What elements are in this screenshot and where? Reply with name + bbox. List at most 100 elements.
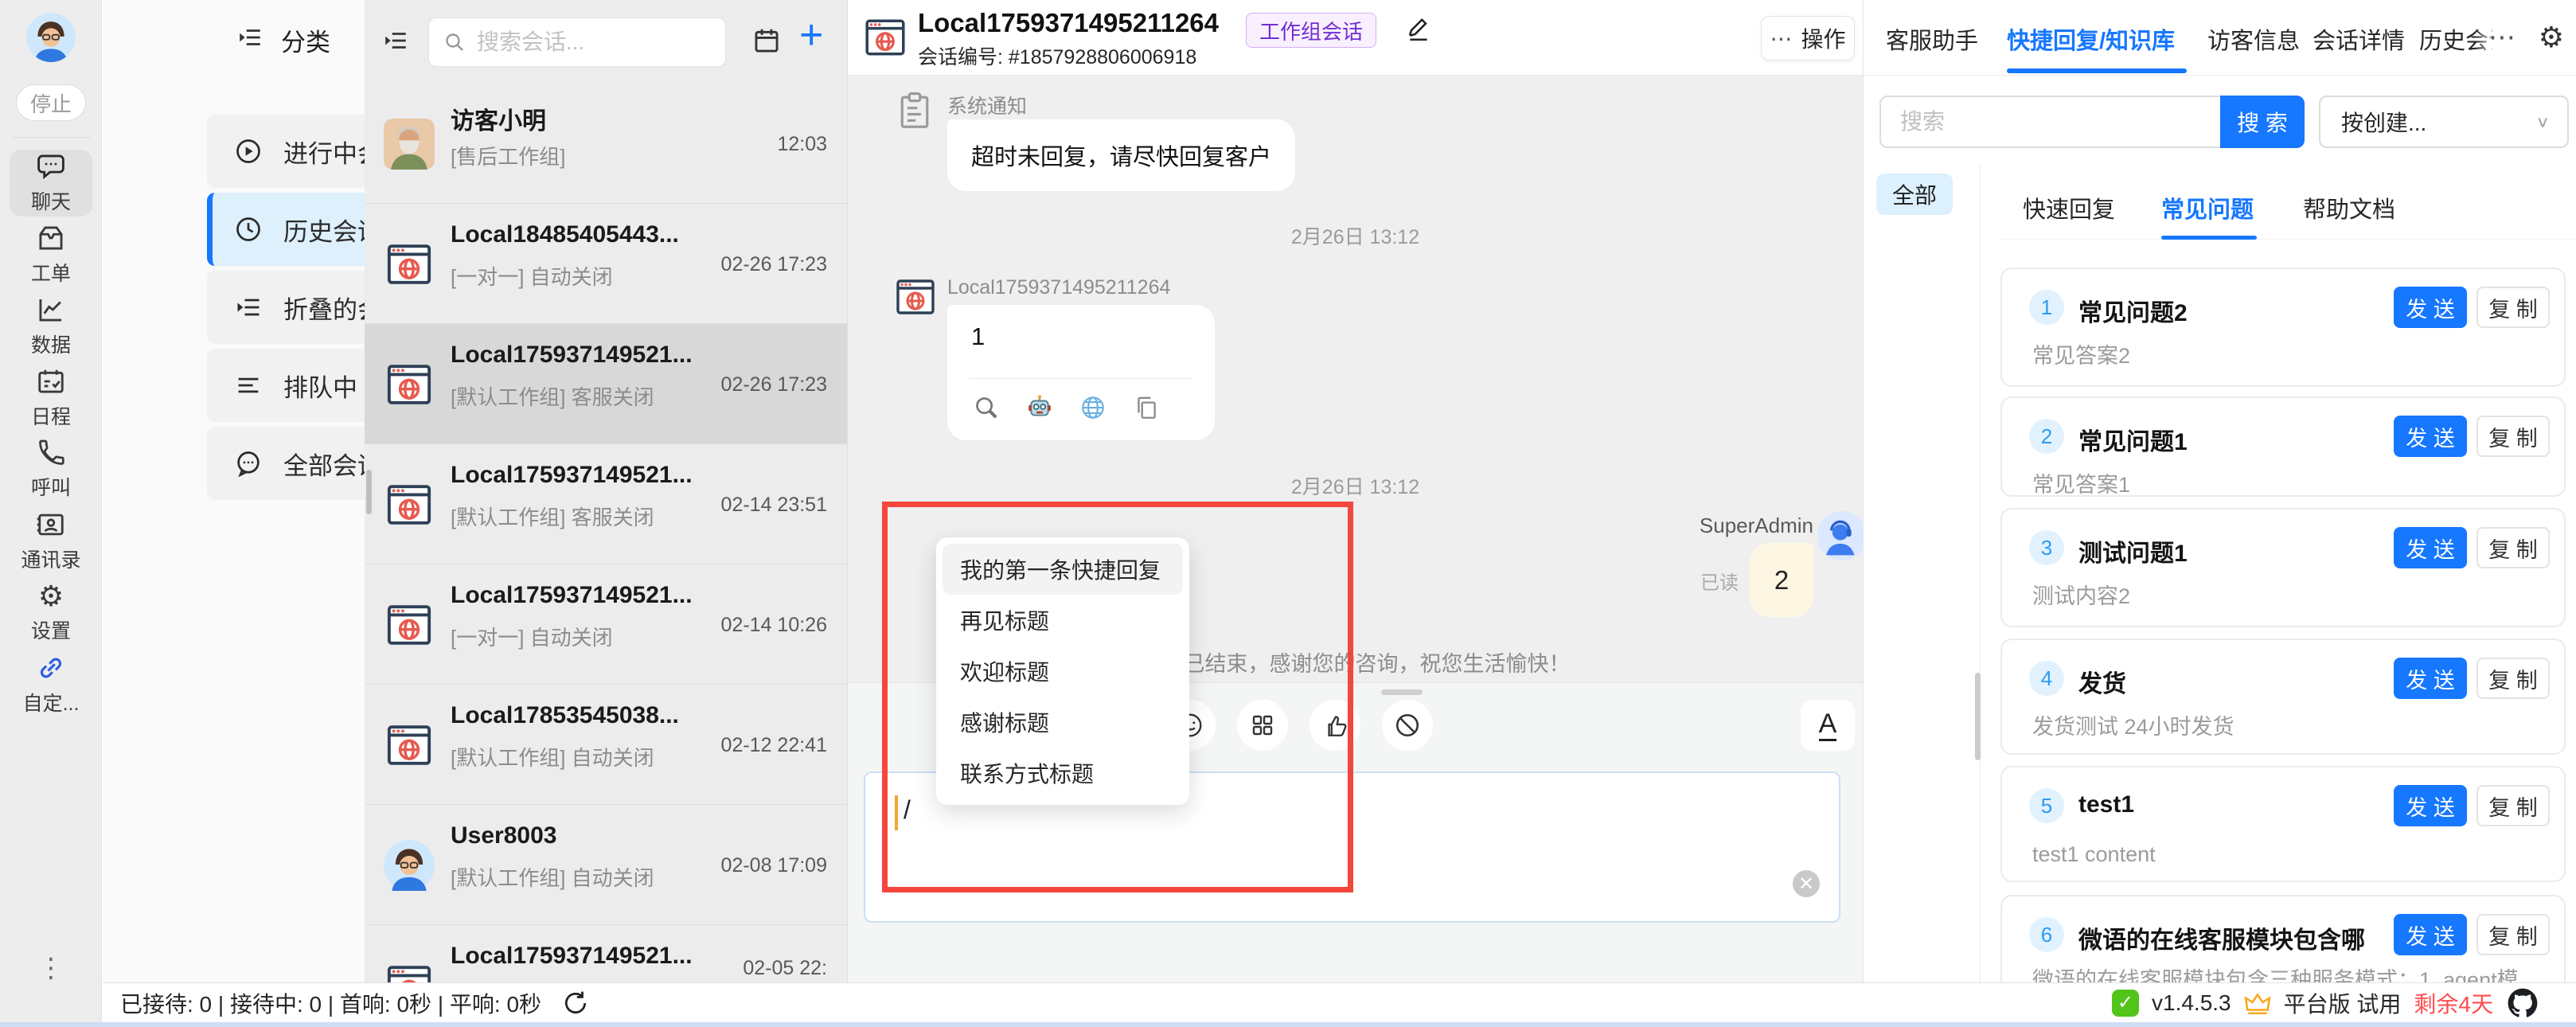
panel-gear-icon[interactable]: ⚙ xyxy=(2539,21,2564,54)
letter-a-icon: A xyxy=(1819,709,1837,741)
conversation-item[interactable]: Local175937149521... [默认工作组] 客服关闭 02-14 … xyxy=(365,444,848,564)
conversation-search[interactable] xyxy=(428,18,726,67)
send-button[interactable]: 发 送 xyxy=(2394,287,2467,328)
quick-reply-option[interactable]: 感谢标题 xyxy=(943,697,1183,748)
rail-item-label: 呼叫 xyxy=(31,472,71,501)
status-check-icon: ✓ xyxy=(2112,990,2139,1017)
visitor-name: Local1759371495211264 xyxy=(947,276,1170,299)
indent-icon[interactable] xyxy=(236,24,263,51)
rail-item-schedule[interactable]: 日程 xyxy=(10,365,92,431)
quick-reply-option[interactable]: 再见标题 xyxy=(943,595,1183,646)
faq-content: 微语的在线客服模块包含三种服务模式：1. agent模式：提供一对一人工客服服务… xyxy=(2032,962,2540,982)
tab-visitor-info[interactable]: 访客信息 xyxy=(2207,22,2300,56)
rail-item-contacts[interactable]: 通讯录 xyxy=(10,508,92,575)
inner-tab-faq[interactable]: 常见问题 xyxy=(2161,191,2254,225)
quick-reply-option[interactable]: 联系方式标题 xyxy=(943,748,1183,799)
quick-reply-option[interactable]: 欢迎标题 xyxy=(943,646,1183,697)
resize-handle[interactable] xyxy=(1381,689,1423,695)
stop-button[interactable]: 停止 xyxy=(16,84,86,121)
copy-button[interactable]: 复 制 xyxy=(2476,785,2550,826)
conversation-item[interactable]: Local175937149521... 02-05 22: xyxy=(365,925,848,982)
send-button[interactable]: 发 送 xyxy=(2394,914,2467,955)
agent-message-bubble: 2 xyxy=(1750,543,1813,617)
inner-tab-help-docs[interactable]: 帮助文档 xyxy=(2303,191,2395,225)
trial-remaining: 剩余4天 xyxy=(2414,987,2493,1019)
rail-item-label: 数据 xyxy=(31,330,71,358)
apps-grid-button[interactable] xyxy=(1237,700,1288,751)
conversation-name: User8003 xyxy=(451,822,556,849)
copy-icon[interactable] xyxy=(1133,394,1160,421)
quick-reply-option[interactable]: 我的第一条快捷回复 xyxy=(943,544,1183,595)
inner-tab-quick-reply[interactable]: 快速回复 xyxy=(2023,191,2115,225)
conversation-time: 02-05 22: xyxy=(743,957,827,980)
conversation-subtitle: [默认工作组] 自动关闭 xyxy=(451,742,654,771)
send-button[interactable]: 发 送 xyxy=(2394,527,2467,568)
rail-item-chat[interactable]: 聊天 xyxy=(10,150,92,217)
search-message-icon[interactable] xyxy=(973,394,1000,421)
phone-icon xyxy=(37,439,65,467)
active-tab-underline xyxy=(2007,68,2187,73)
new-conversation-icon[interactable]: + xyxy=(799,14,823,56)
faq-number-badge: 3 xyxy=(2029,530,2064,565)
kb-search-button[interactable]: 搜 索 xyxy=(2220,96,2305,148)
tab-session-detail[interactable]: 会话详情 xyxy=(2313,22,2405,56)
send-button[interactable]: 发 送 xyxy=(2394,416,2467,457)
globe-icon[interactable] xyxy=(1079,394,1107,421)
copy-button[interactable]: 复 制 xyxy=(2476,658,2550,699)
crown-icon xyxy=(2244,991,2271,1015)
conversation-item-selected[interactable]: Local175937149521... [默认工作组] 客服关闭 02-26 … xyxy=(365,324,848,444)
conversation-search-input[interactable] xyxy=(477,29,700,55)
copy-button[interactable]: 复 制 xyxy=(2476,416,2550,457)
link-icon xyxy=(36,653,66,683)
thumbs-up-button[interactable] xyxy=(1309,700,1360,751)
clear-input-icon[interactable]: ✕ xyxy=(1793,870,1820,897)
conversation-item[interactable]: Local175937149521... [一对一] 自动关闭 02-14 10… xyxy=(365,564,848,685)
tab-quick-reply-kb[interactable]: 快捷回复/知识库 xyxy=(2007,22,2175,56)
copy-button[interactable]: 复 制 xyxy=(2476,287,2550,328)
more-tabs-icon[interactable]: ⋯ xyxy=(2488,21,2516,53)
calendar-icon[interactable] xyxy=(751,25,782,56)
scrollbar-thumb[interactable] xyxy=(1975,673,1981,760)
actions-label: 操作 xyxy=(1801,22,1845,54)
refresh-icon[interactable] xyxy=(562,990,589,1017)
agent-avatar xyxy=(1817,511,1863,560)
copy-button[interactable]: 复 制 xyxy=(2476,914,2550,955)
search-icon xyxy=(443,31,466,53)
faq-number-badge: 5 xyxy=(2029,788,2064,823)
filter-all-tag[interactable]: 全部 xyxy=(1876,174,1953,215)
send-button[interactable]: 发 送 xyxy=(2394,658,2467,699)
github-icon[interactable] xyxy=(2506,986,2539,1020)
conversation-item[interactable]: Local18485405443... [一对一] 自动关闭 02-26 17:… xyxy=(365,204,848,324)
web-visitor-avatar xyxy=(384,599,435,650)
block-button[interactable] xyxy=(1382,700,1433,751)
tab-assistant[interactable]: 客服助手 xyxy=(1886,22,1978,56)
rail-item-custom-link[interactable]: 自定... xyxy=(10,651,92,718)
rail-item-tickets[interactable]: 工单 xyxy=(10,221,92,288)
my-avatar[interactable] xyxy=(26,13,76,62)
robot-icon[interactable] xyxy=(1026,394,1053,421)
actions-button[interactable]: ⋯ 操作 xyxy=(1761,16,1855,61)
rail-item-call[interactable]: 呼叫 xyxy=(10,436,92,503)
conversation-name: Local175937149521... xyxy=(451,943,693,970)
kb-search-box[interactable] xyxy=(1879,96,2220,148)
more-vertical-icon[interactable]: ⋮ xyxy=(0,952,102,984)
rail-item-data[interactable]: 数据 xyxy=(10,293,92,360)
translate-button[interactable]: A xyxy=(1801,700,1855,751)
conversation-item[interactable]: User8003 [默认工作组] 自动关闭 02-08 17:09 xyxy=(365,805,848,925)
faq-title: 常见问题1 xyxy=(2078,422,2188,457)
collapse-icon[interactable] xyxy=(382,27,409,54)
conversation-item[interactable]: 访客小明 [售后工作组] 12:03 xyxy=(365,84,848,204)
visitor-photo-avatar xyxy=(384,119,435,170)
sort-dropdown[interactable]: 按创建... ∨ xyxy=(2319,96,2569,148)
chat-header: Local1759371495211264 工作组会话 会话编号: #18579… xyxy=(848,0,1863,76)
edit-pencil-icon[interactable] xyxy=(1405,16,1432,43)
system-message-bubble: 超时未回复，请尽快回复客户 xyxy=(947,119,1295,191)
sort-label: 按创建... xyxy=(2341,106,2426,138)
conversation-item[interactable]: Local17853545038... [默认工作组] 自动关闭 02-12 2… xyxy=(365,685,848,805)
kb-search-input[interactable] xyxy=(1900,109,2195,135)
faq-title: 测试问题1 xyxy=(2078,533,2188,568)
rail-item-settings[interactable]: ⚙ 设置 xyxy=(10,580,92,646)
visitor-message-text: 1 xyxy=(971,322,985,351)
copy-button[interactable]: 复 制 xyxy=(2476,527,2550,568)
send-button[interactable]: 发 送 xyxy=(2394,785,2467,826)
